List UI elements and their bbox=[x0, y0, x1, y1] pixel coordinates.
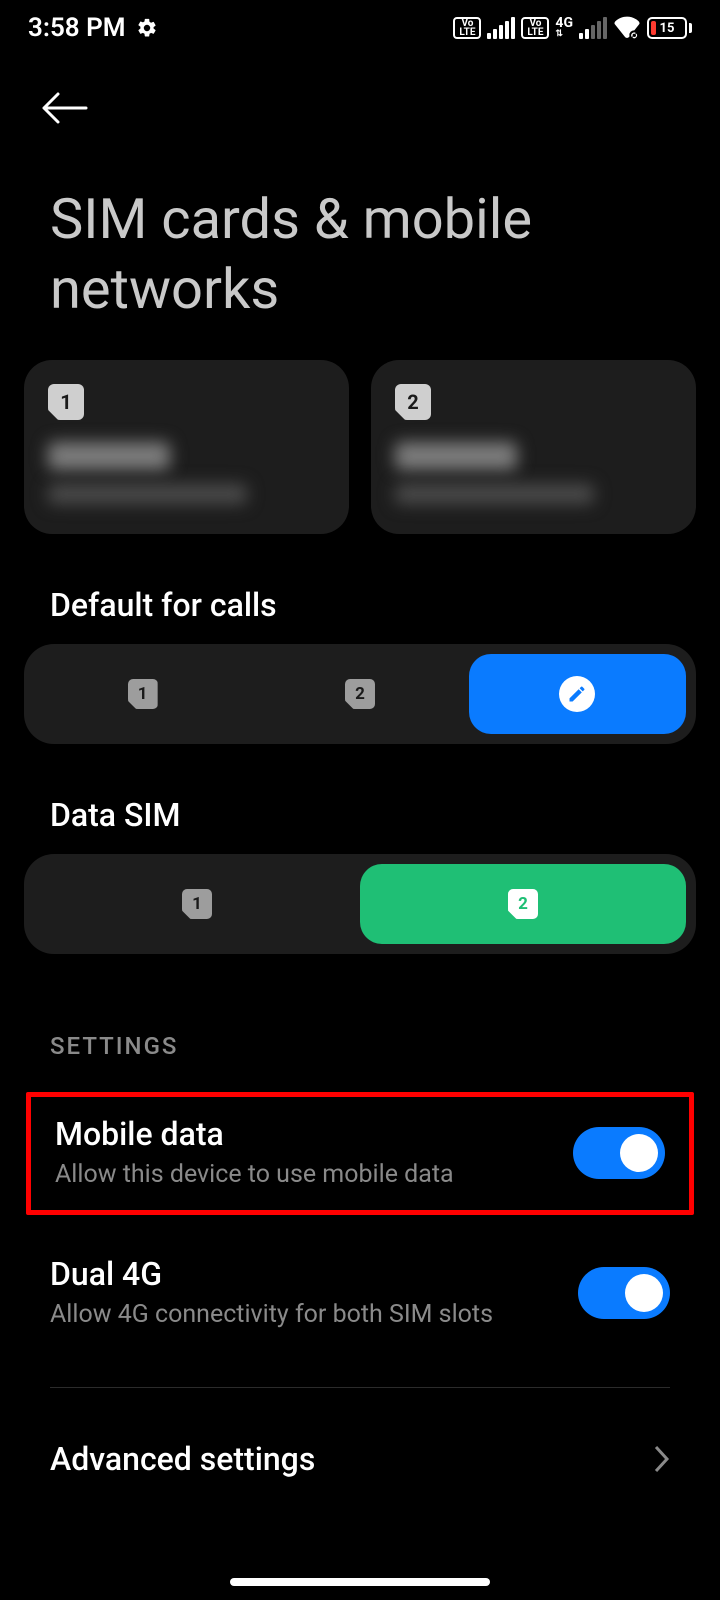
chevron-right-icon bbox=[652, 1444, 670, 1474]
page-title: SIM cards & mobile networks bbox=[0, 136, 720, 360]
default-calls-sim1[interactable]: 1 bbox=[34, 654, 251, 734]
dual-4g-toggle[interactable] bbox=[578, 1267, 670, 1319]
status-bar: 3:58 PM Vo LTE Vo LTE 4G⇅ 15 bbox=[0, 0, 720, 56]
sim-1-number-redacted bbox=[48, 484, 247, 504]
default-calls-label: Default for calls bbox=[0, 534, 720, 644]
mobile-data-subtitle: Allow this device to use mobile data bbox=[55, 1159, 553, 1192]
sim-card-2[interactable]: 2 bbox=[371, 360, 696, 534]
wifi-icon bbox=[613, 16, 641, 40]
volte-sim2-icon: Vo LTE bbox=[521, 17, 549, 39]
data-sim-selector: 1 2 bbox=[24, 854, 696, 954]
status-time: 3:58 PM bbox=[28, 13, 126, 43]
default-calls-ask[interactable] bbox=[469, 654, 686, 734]
data-sim-sim1[interactable]: 1 bbox=[34, 864, 360, 944]
sim-1-operator-redacted bbox=[48, 442, 170, 470]
sim-1-chip-icon: 1 bbox=[48, 384, 84, 420]
settings-header: SETTINGS bbox=[0, 954, 720, 1086]
ask-every-time-icon bbox=[559, 676, 595, 712]
sim-chip-icon: 2 bbox=[508, 889, 538, 919]
mobile-data-title: Mobile data bbox=[55, 1115, 553, 1153]
volte-sim1-icon: Vo LTE bbox=[453, 17, 481, 39]
settings-gear-icon bbox=[136, 17, 158, 39]
sim-2-number-redacted bbox=[395, 484, 594, 504]
sim-2-operator-redacted bbox=[395, 442, 517, 470]
advanced-settings-title: Advanced settings bbox=[50, 1440, 315, 1478]
sim-card-1[interactable]: 1 bbox=[24, 360, 349, 534]
mobile-data-highlight: Mobile data Allow this device to use mob… bbox=[26, 1092, 694, 1215]
mobile-data-toggle[interactable] bbox=[573, 1127, 665, 1179]
default-calls-selector: 1 2 bbox=[24, 644, 696, 744]
battery-icon: 15 bbox=[647, 17, 692, 39]
back-arrow-icon[interactable] bbox=[38, 90, 682, 126]
dual-4g-row[interactable]: Dual 4G Allow 4G connectivity for both S… bbox=[0, 1221, 720, 1354]
network-4g-icon: 4G⇅ bbox=[555, 18, 573, 39]
sim-chip-icon: 1 bbox=[182, 889, 212, 919]
data-sim-sim2[interactable]: 2 bbox=[360, 864, 686, 944]
sim-chip-icon: 2 bbox=[345, 679, 375, 709]
sim-2-chip-icon: 2 bbox=[395, 384, 431, 420]
signal-sim1-icon bbox=[487, 17, 515, 39]
battery-percentage: 15 bbox=[649, 19, 685, 37]
signal-sim2-icon bbox=[579, 17, 607, 39]
dual-4g-subtitle: Allow 4G connectivity for both SIM slots bbox=[50, 1299, 558, 1332]
mobile-data-row[interactable]: Mobile data Allow this device to use mob… bbox=[55, 1115, 665, 1192]
advanced-settings-row[interactable]: Advanced settings bbox=[0, 1388, 720, 1478]
dual-4g-title: Dual 4G bbox=[50, 1255, 558, 1293]
sim-chip-icon: 1 bbox=[128, 679, 158, 709]
data-sim-label: Data SIM bbox=[0, 744, 720, 854]
gesture-nav-bar[interactable] bbox=[0, 1578, 720, 1586]
default-calls-sim2[interactable]: 2 bbox=[251, 654, 468, 734]
